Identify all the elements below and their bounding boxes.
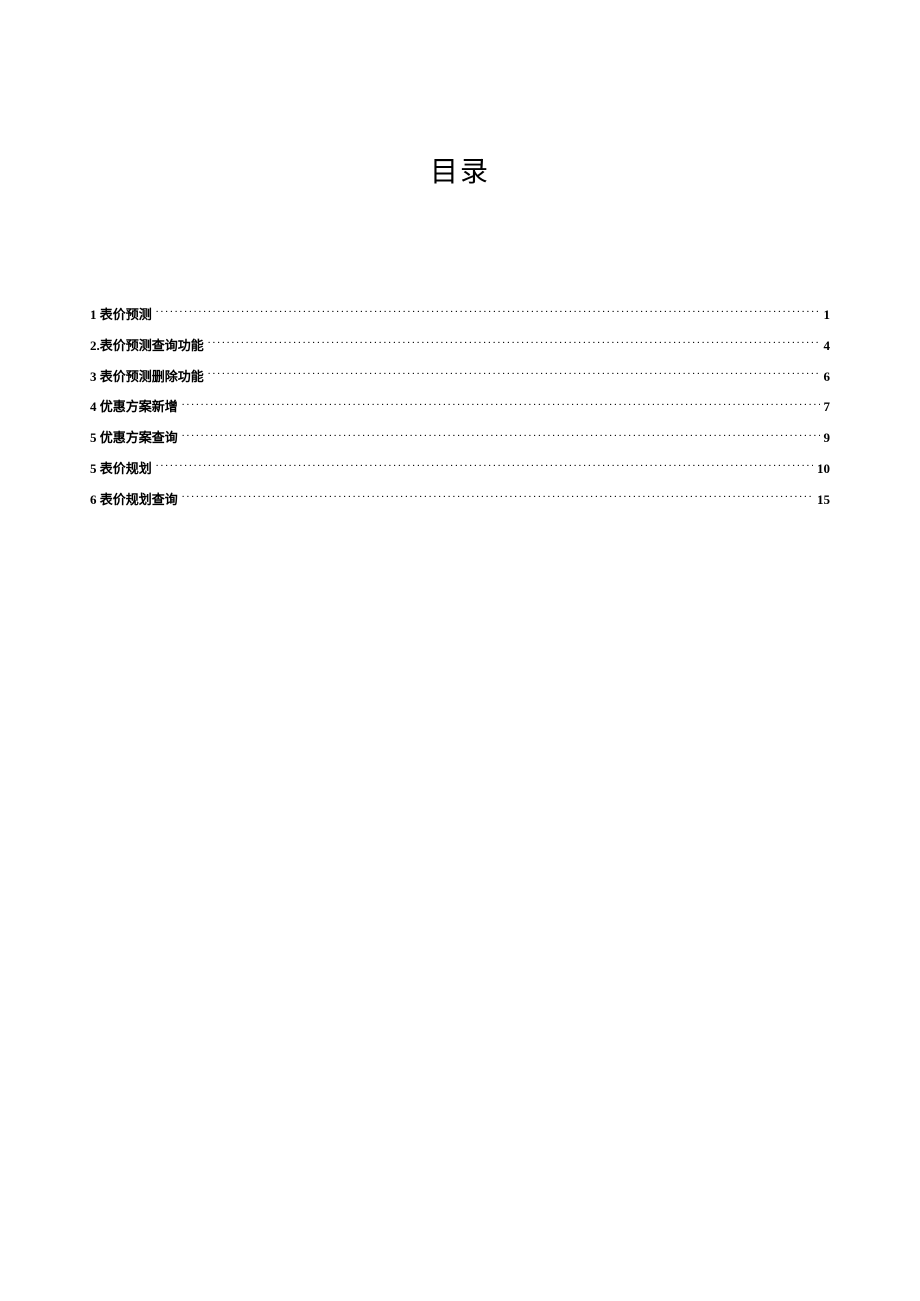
- toc-page: 10: [817, 459, 830, 480]
- toc-leader: [182, 398, 820, 411]
- toc-label: 1 表价预测: [90, 305, 152, 326]
- toc-leader: [208, 368, 820, 381]
- toc-leader: [156, 460, 813, 473]
- toc-leader: [156, 306, 820, 319]
- toc-entry: 3 表价预测删除功能 6: [90, 367, 830, 388]
- toc-entry: 5 优惠方案查询 9: [90, 428, 830, 449]
- toc-label: 4 优惠方案新增: [90, 397, 178, 418]
- toc-page: 7: [824, 397, 831, 418]
- toc-leader: [208, 337, 820, 350]
- toc-label: 6 表价规划查询: [90, 490, 178, 511]
- toc-entry: 2.表价预测查询功能 4: [90, 336, 830, 357]
- toc-entry: 5 表价规划 10: [90, 459, 830, 480]
- toc-label: 3 表价预测删除功能: [90, 367, 204, 388]
- toc-page: 1: [824, 305, 831, 326]
- toc-list: 1 表价预测 1 2.表价预测查询功能 4 3 表价预测删除功能 6 4 优惠方…: [90, 305, 830, 511]
- toc-page: 15: [817, 490, 830, 511]
- toc-label: 2.表价预测查询功能: [90, 336, 204, 357]
- toc-page: 6: [824, 367, 831, 388]
- toc-page: 9: [824, 428, 831, 449]
- toc-label: 5 优惠方案查询: [90, 428, 178, 449]
- toc-entry: 4 优惠方案新增 7: [90, 397, 830, 418]
- toc-leader: [182, 491, 813, 504]
- toc-leader: [182, 429, 820, 442]
- toc-entry: 6 表价规划查询 15: [90, 490, 830, 511]
- toc-entry: 1 表价预测 1: [90, 305, 830, 326]
- page-title: 目录: [90, 150, 830, 190]
- toc-label: 5 表价规划: [90, 459, 152, 480]
- toc-page: 4: [824, 336, 831, 357]
